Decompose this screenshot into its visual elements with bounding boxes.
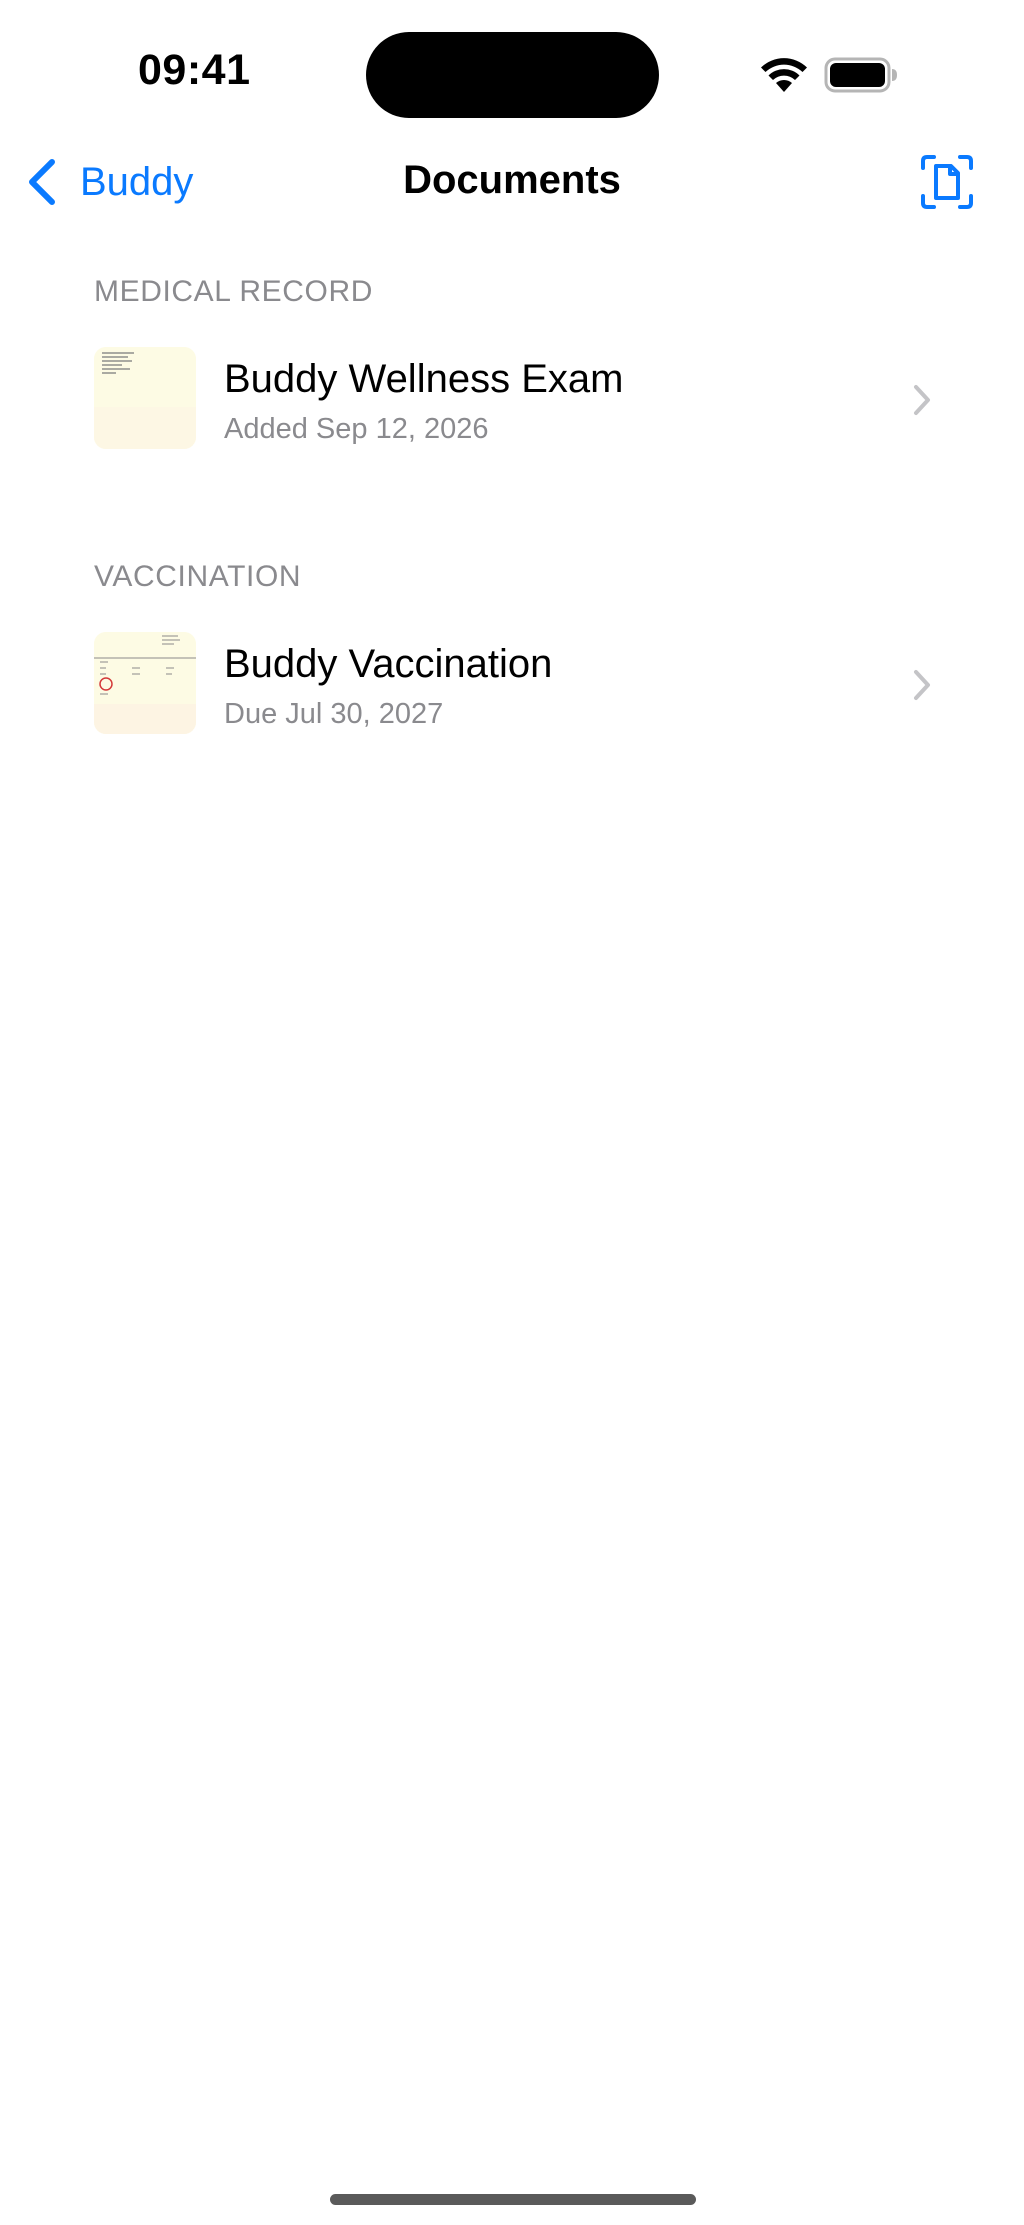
- document-thumbnail: [94, 632, 196, 734]
- chevron-right-icon: [914, 670, 930, 700]
- page-title: Documents: [403, 158, 621, 202]
- document-title: Buddy Vaccination: [224, 642, 553, 686]
- section-header-vaccination: VACCINATION: [94, 560, 302, 593]
- document-title: Buddy Wellness Exam: [224, 357, 624, 401]
- document-subtitle: Due Jul 30, 2027: [224, 698, 444, 730]
- document-thumbnail: [94, 347, 196, 449]
- scan-document-button[interactable]: [920, 154, 974, 210]
- document-row-vaccination[interactable]: Buddy Vaccination Due Jul 30, 2027: [0, 632, 1024, 742]
- document-thumbnail-image: [94, 347, 196, 449]
- home-indicator[interactable]: [330, 2194, 696, 2205]
- chevron-right-icon: [914, 385, 930, 415]
- section-header-medical-record: MEDICAL RECORD: [94, 275, 373, 308]
- document-subtitle: Added Sep 12, 2026: [224, 413, 489, 445]
- document-thumbnail-image: [94, 632, 196, 734]
- wifi-icon: [761, 58, 807, 92]
- dynamic-island: [366, 32, 659, 118]
- status-time: 09:41: [138, 46, 251, 94]
- document-row-wellness-exam[interactable]: Buddy Wellness Exam Added Sep 12, 2026: [0, 347, 1024, 457]
- documents-screen: 09:41 Buddy Documents MEDICAL RECORD Bud…: [0, 0, 1024, 2225]
- battery-icon: [824, 57, 897, 93]
